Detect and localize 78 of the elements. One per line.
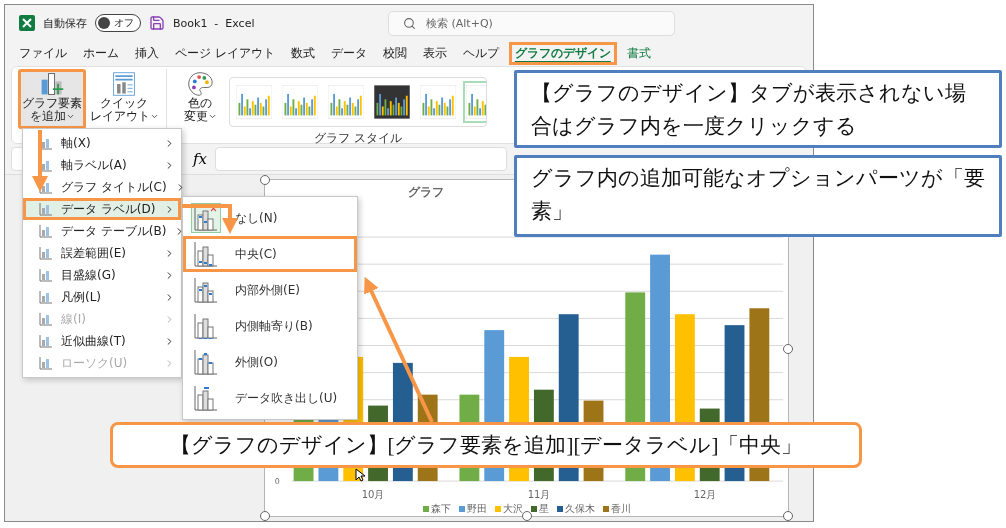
bar-chart-icon xyxy=(194,313,218,339)
menu-item[interactable]: 誤差範囲(E) xyxy=(23,242,181,264)
bar-chart-icon xyxy=(39,268,53,282)
resize-handle[interactable] xyxy=(783,344,793,354)
category-label: 10月 xyxy=(360,488,386,502)
menu-item[interactable]: 軸ラベル(A) xyxy=(23,154,181,176)
ribbon-tab[interactable]: ホーム xyxy=(77,42,125,65)
search-field[interactable]: 検索 (Alt+Q) xyxy=(388,10,675,36)
bar-chart-icon xyxy=(39,290,53,304)
ribbon-tab[interactable]: ページ レイアウト xyxy=(169,42,281,65)
ribbon-tab[interactable]: ヘルプ xyxy=(456,42,505,65)
bar-chart-icon xyxy=(194,385,218,411)
ribbon-tab[interactable]: 挿入 xyxy=(129,42,165,65)
bar-chart-icon xyxy=(39,180,53,194)
axis-label: 0 xyxy=(274,477,280,487)
legend-label: 香川 xyxy=(610,502,631,516)
annotation-callout: 【グラフのデザイン】[グラフ要素を追加][データラベル]「中央」 xyxy=(110,422,862,468)
ribbon-button[interactable]: 色の 変更 xyxy=(175,69,225,129)
chart-plus-icon xyxy=(39,71,65,97)
category-label: 12月 xyxy=(692,488,718,502)
function-button[interactable]: fx xyxy=(193,150,207,168)
search-icon xyxy=(403,16,416,30)
resize-handle[interactable] xyxy=(260,511,270,521)
arrow xyxy=(32,130,48,192)
document-title: Book1 - Excel xyxy=(173,16,255,30)
menu-item[interactable]: データ ラベル(D) xyxy=(23,198,181,220)
ribbon-tab[interactable]: ファイル xyxy=(13,42,73,65)
bar-chart-icon xyxy=(39,334,53,348)
bar-chart-icon xyxy=(39,202,53,216)
bar-chart-icon xyxy=(39,224,53,238)
legend-label: 森下 xyxy=(430,502,451,516)
bar-chart-icon xyxy=(194,349,218,375)
save-icon[interactable] xyxy=(149,15,165,31)
arrow xyxy=(182,204,238,234)
bar-chart-icon xyxy=(39,158,53,172)
caret-icon xyxy=(207,112,217,121)
autosave-toggle[interactable]: オフ xyxy=(95,14,141,32)
menu-item[interactable]: 凡例(L) xyxy=(23,286,181,308)
menu-item[interactable]: 近似曲線(T) xyxy=(23,330,181,352)
legend-label: 久保木 xyxy=(564,502,595,516)
ribbon-tab[interactable]: 表示 xyxy=(416,42,453,65)
autosave-label: 自動保存 xyxy=(43,15,87,31)
menu-item[interactable]: グラフ タイトル(C) xyxy=(23,176,181,198)
ribbon-tab[interactable]: 書式 xyxy=(620,42,657,65)
app-logo-icon xyxy=(19,15,35,31)
bar-chart-icon xyxy=(194,205,218,231)
bar-chart-icon xyxy=(39,312,53,326)
ribbon-tab[interactable]: 校閲 xyxy=(376,42,413,65)
annotation-callout: 【グラフのデザイン】タブが表示されない場合はグラフ内を一度クリックする xyxy=(514,70,1002,148)
legend-label: 星 xyxy=(538,502,549,516)
annotation-callout: グラフ内の追加可能なオプションパーツが「要素」 xyxy=(514,155,1002,237)
menu-item[interactable]: データ テーブル(B) xyxy=(23,220,181,242)
bar-chart-icon xyxy=(39,356,53,370)
chart-title: グラフ xyxy=(407,184,445,201)
legend-label: 野田 xyxy=(466,502,487,516)
caret-icon xyxy=(149,112,159,121)
palette-icon xyxy=(187,71,213,97)
ribbon-button[interactable]: グラフ要素 を追加 xyxy=(18,69,86,129)
cursor-icon xyxy=(355,468,365,482)
ribbon-tab[interactable]: グラフのデザイン xyxy=(508,42,617,65)
bar-chart-icon xyxy=(194,277,218,303)
resize-handle[interactable] xyxy=(783,511,793,521)
ribbon-tab[interactable]: データ xyxy=(324,42,373,65)
chevron-right-icon xyxy=(164,247,175,259)
category-label: 11月 xyxy=(526,488,552,502)
formula-field[interactable] xyxy=(215,147,507,171)
chart-layout-icon xyxy=(111,71,137,97)
bar-chart-icon xyxy=(39,136,53,150)
resize-handle[interactable] xyxy=(260,175,270,185)
menu-item[interactable]: 目盛線(G) xyxy=(23,264,181,286)
legend-label: 大沢 xyxy=(502,502,523,516)
ribbon-tab[interactable]: 数式 xyxy=(284,42,321,65)
group-label: グラフ スタイル xyxy=(314,130,402,147)
bar-chart-icon xyxy=(194,241,218,267)
caret-icon xyxy=(65,112,75,121)
bar-chart-icon xyxy=(39,246,53,260)
resize-handle[interactable] xyxy=(522,511,532,521)
menu-item[interactable]: 軸(X) xyxy=(23,132,181,154)
